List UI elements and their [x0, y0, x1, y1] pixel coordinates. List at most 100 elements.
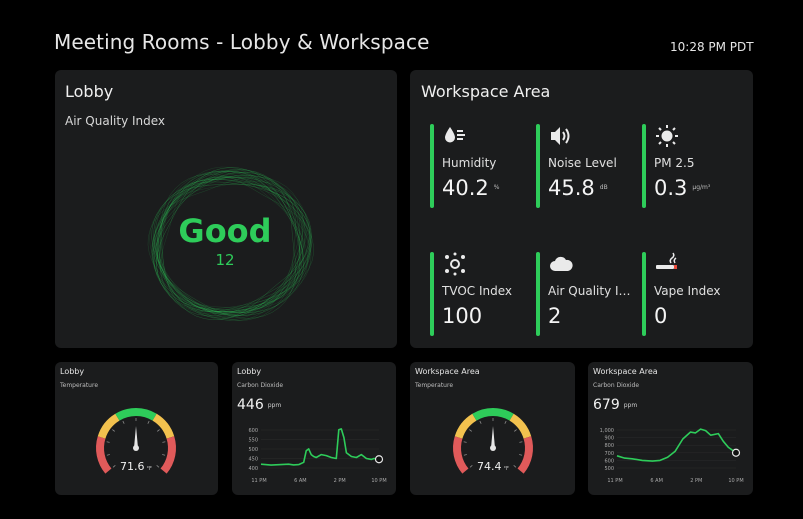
aqi-status: Good: [178, 212, 272, 250]
widget-subtitle: Temperature: [60, 382, 99, 389]
widget-subtitle: Carbon Dioxide: [237, 382, 284, 389]
metric-label: PM 2.5: [654, 156, 695, 170]
metric-value: 45.8 dB: [548, 176, 608, 200]
gauge-hub: [133, 445, 139, 451]
x-tick-label: 2 PM: [334, 478, 346, 484]
metric-bar: [536, 252, 540, 336]
metric-label: Vape Index: [654, 284, 721, 298]
metric-label: Humidity: [442, 156, 497, 170]
y-tick-label: 450: [248, 457, 258, 463]
metric-bar: [536, 124, 540, 208]
x-tick-label: 11 PM: [251, 478, 266, 484]
vape-icon: [656, 252, 677, 269]
gauge-tick: [514, 429, 517, 432]
co2-line-chart: 400 450 500 550 600 11 PM 6 AM 2 PM 10 PM: [248, 428, 386, 484]
x-tick-label: 2 PM: [690, 478, 702, 484]
metric-value: 0: [654, 304, 668, 328]
metric-noise[interactable]: Noise Level 45.8 dB: [536, 124, 632, 220]
metric-pm25[interactable]: PM 2.5 0.3 µg/m³: [642, 124, 738, 220]
metric-humidity[interactable]: Humidity 40.2%: [430, 124, 526, 220]
metric-value: 100: [442, 304, 483, 328]
widget-title: Lobby: [237, 367, 262, 376]
y-tick-label: 700: [604, 451, 614, 457]
co2-value: 679 ppm: [593, 397, 638, 413]
workspace-temperature-card[interactable]: Workspace Area Temperature 74.4 °F: [410, 362, 575, 495]
temperature-value: 71.6 °F: [120, 460, 152, 473]
y-tick-label: 600: [248, 428, 258, 434]
x-tick-label: 10 PM: [371, 478, 386, 484]
tvoc-icon: [445, 252, 465, 276]
x-tick-label: 10 PM: [728, 478, 743, 484]
y-tick-label: 800: [604, 443, 614, 449]
gauge-needle: [134, 426, 138, 448]
lobby-title: Lobby: [65, 82, 114, 101]
lobby-card[interactable]: Lobby Air Quality Index Good 12: [55, 70, 397, 348]
latest-point: [374, 455, 384, 464]
clock: 10:28 PM PDT: [670, 40, 754, 54]
y-tick-label: 500: [604, 466, 614, 472]
gauge-tick: [519, 441, 523, 443]
aqi-value: 12: [215, 251, 235, 269]
gauge-tick: [162, 441, 166, 443]
co2-series-line: [260, 428, 380, 466]
humidity-icon: [445, 127, 465, 143]
gauge-tick: [463, 454, 467, 456]
co2-value: 446 ppm: [237, 397, 282, 413]
gauge-tick: [157, 429, 160, 432]
metric-bar: [430, 252, 434, 336]
gauge-tick: [162, 454, 166, 456]
x-tick-label: 6 AM: [294, 478, 307, 484]
metric-label: TVOC Index: [442, 284, 513, 298]
gauge-tick: [106, 454, 110, 456]
aqi-label: Air Quality Index: [65, 114, 166, 128]
y-tick-label: 500: [248, 447, 258, 453]
noise-icon: [551, 127, 570, 145]
workspace-co2-card[interactable]: Workspace Area Carbon Dioxide 679 ppm 500…: [588, 362, 753, 495]
gauge-tick: [504, 420, 507, 424]
gauge-band: [454, 413, 477, 439]
widget-title: Lobby: [60, 367, 85, 376]
gauge-band: [509, 413, 532, 439]
latest-point: [731, 448, 741, 457]
metric-aqi[interactable]: Air Quality In... 2: [536, 252, 634, 348]
metric-tvoc[interactable]: TVOC Index 100: [430, 252, 526, 348]
temperature-gauge: [453, 408, 533, 474]
workspace-title: Workspace Area: [421, 82, 551, 101]
metric-bar: [642, 124, 646, 208]
gauge-tick: [147, 420, 150, 424]
metric-value: 0.3 µg/m³: [654, 176, 711, 200]
gauge-band: [472, 408, 514, 421]
gauge-band: [152, 413, 175, 439]
widget-title: Workspace Area: [593, 367, 658, 376]
co2-line-chart: 500 600700 800900 1,000 11 PM 6 AM 2 PM 10 PM: [600, 428, 744, 484]
page-title: Meeting Rooms - Lobby & Workspace: [54, 30, 430, 54]
x-tick-label: 6 AM: [650, 478, 663, 484]
gauge-tick: [479, 420, 482, 424]
metric-bar: [642, 252, 646, 336]
gauge-tick: [463, 441, 467, 443]
y-tick-label: 600: [604, 458, 614, 464]
gauge-band: [97, 413, 120, 439]
cloud-icon: [550, 256, 573, 271]
gauge-tick: [122, 420, 125, 424]
widget-subtitle: Carbon Dioxide: [593, 382, 640, 389]
gauge-tick: [469, 429, 472, 432]
gauge-band: [115, 408, 157, 421]
gauge-hub: [490, 445, 496, 451]
sun-icon: [656, 125, 678, 147]
temperature-gauge: [96, 408, 176, 474]
y-tick-label: 550: [248, 438, 258, 444]
y-tick-label: 400: [248, 466, 258, 472]
lobby-temperature-card[interactable]: Lobby Temperature 71.6 °F: [55, 362, 218, 495]
gauge-tick: [112, 429, 115, 432]
gauge-tick: [519, 454, 523, 456]
workspace-card[interactable]: Workspace Area Humidity 40.2% Noise Leve…: [410, 70, 753, 348]
widget-subtitle: Temperature: [415, 382, 454, 389]
metric-vape[interactable]: Vape Index 0: [642, 252, 738, 348]
temperature-value: 74.4 °F: [477, 460, 509, 473]
y-tick-label: 1,000: [600, 428, 614, 434]
metric-bar: [430, 124, 434, 208]
gauge-needle: [491, 426, 495, 448]
lobby-co2-card[interactable]: Lobby Carbon Dioxide 446 ppm 400 450 500 550…: [232, 362, 396, 495]
metric-value: 40.2%: [442, 176, 500, 200]
